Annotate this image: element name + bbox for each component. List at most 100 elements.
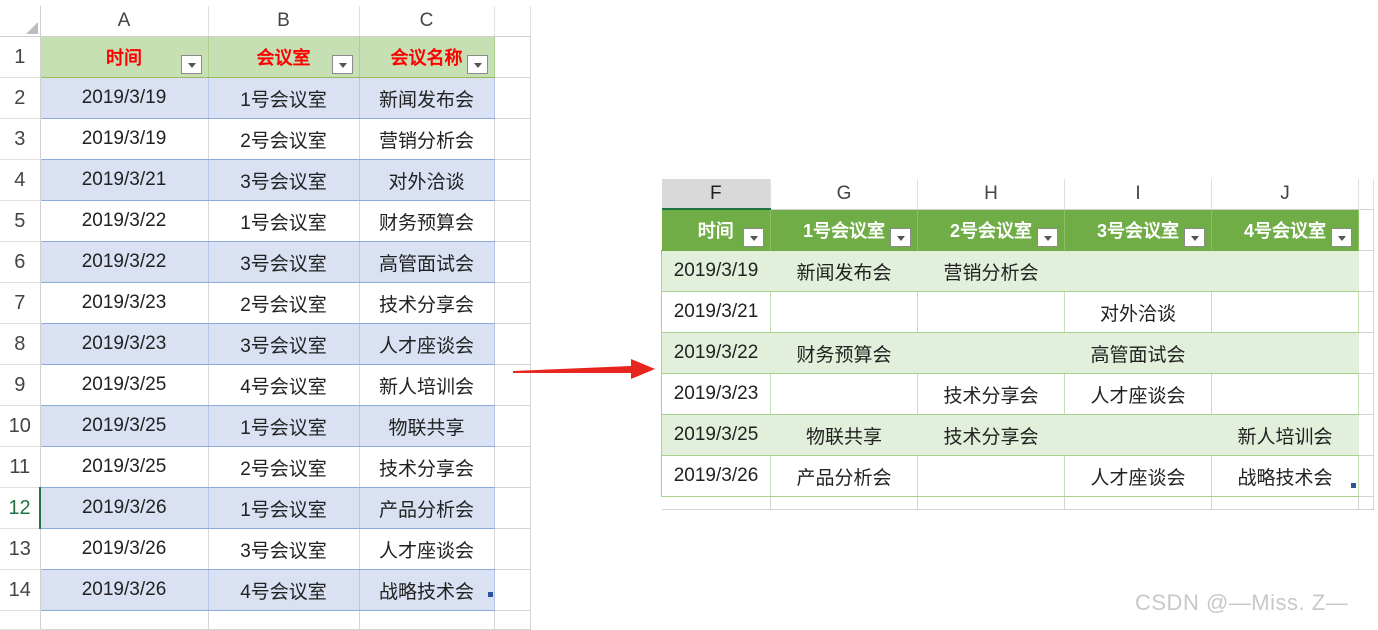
data-cell[interactable]: 2019/3/26: [661, 455, 771, 497]
data-cell[interactable]: 2019/3/22: [40, 241, 209, 283]
data-cell[interactable]: 2号会议室: [208, 282, 360, 324]
row-header-8[interactable]: 8: [0, 323, 41, 365]
data-cell[interactable]: 4号会议室: [208, 569, 360, 611]
empty-cell[interactable]: [1358, 209, 1374, 251]
row-header-9[interactable]: 9: [0, 364, 41, 406]
row-header-10[interactable]: 10: [0, 405, 41, 447]
data-cell[interactable]: 产品分析会: [359, 487, 495, 529]
data-cell[interactable]: 2019/3/19: [40, 118, 209, 160]
empty-cell[interactable]: [494, 405, 531, 447]
filter-dropdown-icon[interactable]: [466, 55, 488, 74]
header-cell[interactable]: 时间: [40, 36, 209, 78]
data-cell[interactable]: 物联共享: [359, 405, 495, 447]
column-header-g[interactable]: G: [770, 179, 918, 210]
row-header-11[interactable]: 11: [0, 446, 41, 488]
data-cell[interactable]: 财务预算会: [359, 200, 495, 242]
select-all-corner[interactable]: [0, 6, 41, 37]
data-cell[interactable]: 战略技术会: [1211, 455, 1359, 497]
empty-cell[interactable]: [494, 36, 531, 78]
data-cell[interactable]: 2019/3/22: [40, 200, 209, 242]
data-cell[interactable]: [1211, 373, 1359, 415]
data-cell[interactable]: 2019/3/23: [661, 373, 771, 415]
empty-cell[interactable]: [1358, 373, 1374, 415]
data-cell[interactable]: [1211, 250, 1359, 292]
data-cell[interactable]: 1号会议室: [208, 487, 360, 529]
data-cell[interactable]: 人才座谈会: [359, 323, 495, 365]
row-header-7[interactable]: 7: [0, 282, 41, 324]
data-cell[interactable]: 2019/3/25: [40, 405, 209, 447]
filter-dropdown-icon[interactable]: [180, 55, 202, 74]
data-cell[interactable]: 产品分析会: [770, 455, 918, 497]
filter-dropdown-icon[interactable]: [743, 228, 764, 247]
data-cell[interactable]: 2号会议室: [208, 118, 360, 160]
header-cell[interactable]: 3号会议室: [1064, 209, 1212, 251]
row-header-12[interactable]: 12: [0, 487, 41, 529]
column-header-d-partial[interactable]: [494, 6, 531, 37]
row-header-14[interactable]: 14: [0, 569, 41, 611]
empty-cell[interactable]: [1358, 291, 1374, 333]
column-header-i[interactable]: I: [1064, 179, 1212, 210]
empty-cell[interactable]: [1211, 496, 1359, 510]
data-cell[interactable]: 新闻发布会: [359, 77, 495, 119]
filter-dropdown-icon[interactable]: [1037, 228, 1058, 247]
data-cell[interactable]: 2号会议室: [208, 446, 360, 488]
empty-cell[interactable]: [494, 159, 531, 201]
data-cell[interactable]: 2019/3/26: [40, 528, 209, 570]
data-cell[interactable]: [917, 332, 1065, 374]
data-cell[interactable]: 新人培训会: [1211, 414, 1359, 456]
empty-cell[interactable]: [494, 282, 531, 324]
empty-cell[interactable]: [770, 496, 918, 510]
empty-cell[interactable]: [494, 241, 531, 283]
data-cell[interactable]: 对外洽谈: [1064, 291, 1212, 333]
data-cell[interactable]: 2019/3/22: [661, 332, 771, 374]
column-header-a[interactable]: A: [40, 6, 209, 37]
data-cell[interactable]: [1211, 291, 1359, 333]
empty-cell[interactable]: [661, 496, 771, 510]
data-cell[interactable]: 人才座谈会: [1064, 455, 1212, 497]
empty-cell[interactable]: [1358, 414, 1374, 456]
empty-cell[interactable]: [494, 446, 531, 488]
data-cell[interactable]: [1211, 332, 1359, 374]
empty-cell[interactable]: [494, 569, 531, 611]
empty-cell[interactable]: [494, 487, 531, 529]
empty-cell[interactable]: [1358, 496, 1374, 510]
data-cell[interactable]: [917, 291, 1065, 333]
data-cell[interactable]: [770, 373, 918, 415]
data-cell[interactable]: 技术分享会: [359, 446, 495, 488]
row-header-3[interactable]: 3: [0, 118, 41, 160]
pivot-table-resize-handle[interactable]: [1351, 483, 1356, 488]
empty-cell[interactable]: [917, 496, 1065, 510]
column-header-f[interactable]: F: [661, 179, 771, 210]
header-cell[interactable]: 2号会议室: [917, 209, 1065, 251]
empty-cell[interactable]: [1358, 455, 1374, 497]
filter-dropdown-icon[interactable]: [331, 55, 353, 74]
empty-cell[interactable]: [1358, 250, 1374, 292]
data-cell[interactable]: 2019/3/21: [661, 291, 771, 333]
data-cell[interactable]: 2019/3/25: [40, 364, 209, 406]
data-cell[interactable]: 人才座谈会: [1064, 373, 1212, 415]
data-cell[interactable]: [917, 455, 1065, 497]
empty-cell[interactable]: [494, 77, 531, 119]
filter-dropdown-icon[interactable]: [890, 228, 911, 247]
header-cell[interactable]: 会议室: [208, 36, 360, 78]
data-cell[interactable]: [770, 291, 918, 333]
data-cell[interactable]: 对外洽谈: [359, 159, 495, 201]
data-cell[interactable]: 2019/3/26: [40, 569, 209, 611]
data-cell[interactable]: 技术分享会: [359, 282, 495, 324]
empty-cell[interactable]: [494, 528, 531, 570]
column-header-j[interactable]: J: [1211, 179, 1359, 210]
data-cell[interactable]: 物联共享: [770, 414, 918, 456]
data-cell[interactable]: 技术分享会: [917, 414, 1065, 456]
header-cell[interactable]: 4号会议室: [1211, 209, 1359, 251]
data-cell[interactable]: 2019/3/23: [40, 282, 209, 324]
data-cell[interactable]: 新闻发布会: [770, 250, 918, 292]
empty-cell[interactable]: [1064, 496, 1212, 510]
data-cell[interactable]: 1号会议室: [208, 200, 360, 242]
data-cell[interactable]: [1064, 250, 1212, 292]
table-resize-handle[interactable]: [488, 592, 493, 597]
column-header-c[interactable]: C: [359, 6, 495, 37]
data-cell[interactable]: 新人培训会: [359, 364, 495, 406]
data-cell[interactable]: 战略技术会: [359, 569, 495, 611]
row-header-5[interactable]: 5: [0, 200, 41, 242]
row-header-2[interactable]: 2: [0, 77, 41, 119]
